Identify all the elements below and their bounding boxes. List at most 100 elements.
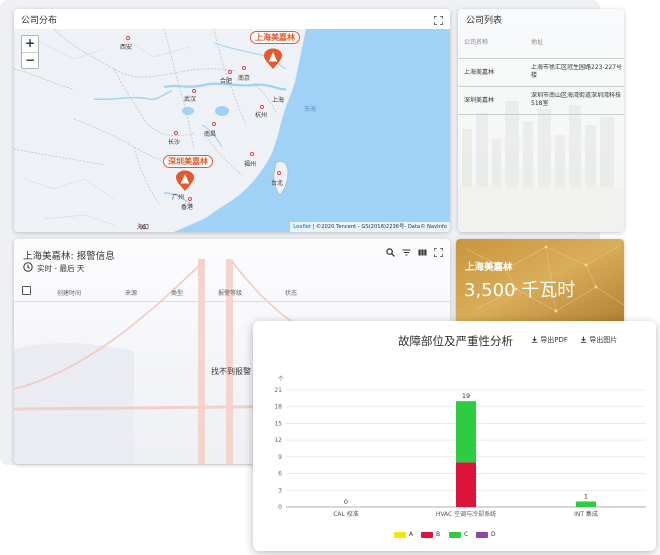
city-label-nanjing: 南京 xyxy=(238,75,251,82)
column-header-severity[interactable]: 报警等级 xyxy=(218,288,242,297)
map[interactable]: + − 西安 合肥 南京 武汉 上海 杭州 东海 长沙 南昌 福州 台北 广州 … xyxy=(14,29,450,232)
city-label-wuhan: 武汉 xyxy=(184,96,197,103)
empty-state-text: 找不到报警 xyxy=(211,367,251,376)
city-marker xyxy=(126,36,130,40)
legend-label: D xyxy=(491,531,496,538)
legend-label: B xyxy=(436,531,441,538)
leaflet-link[interactable]: Leaflet xyxy=(293,224,311,230)
y-tick-label: 0 xyxy=(278,504,282,511)
y-tick-label: 9 xyxy=(278,454,282,461)
city-marker xyxy=(212,122,216,126)
bar-segment xyxy=(456,401,476,463)
legend-item-c[interactable]: C xyxy=(449,531,468,538)
y-tick-label: 12 xyxy=(274,437,282,444)
city-label-xian: 西安 xyxy=(120,44,133,51)
energy-value: 3,500 千瓦时 xyxy=(464,280,576,301)
city-marker xyxy=(250,152,254,156)
legend-swatch xyxy=(449,531,461,538)
bar-segment xyxy=(576,501,596,507)
x-category-label: INT 集成 xyxy=(574,510,598,518)
y-tick-label: 21 xyxy=(274,387,282,394)
map-pin-icon[interactable] xyxy=(175,170,195,192)
y-tick-label: 3 xyxy=(278,487,282,494)
columns-icon[interactable] xyxy=(416,246,428,258)
y-tick-label: 18 xyxy=(274,404,282,411)
city-marker xyxy=(277,171,281,175)
city-label-hangzhou: 杭州 xyxy=(255,112,268,119)
legend-swatch xyxy=(421,531,433,538)
column-header-address: 地址 xyxy=(531,39,544,46)
city-label-haikou: 海口 xyxy=(137,224,150,231)
city-label-nanchang: 南昌 xyxy=(204,131,217,138)
city-label-fuzhou: 福州 xyxy=(244,161,257,168)
city-marker xyxy=(242,66,246,70)
company-distribution-card: 公司分布 + − 西安 合肥 南京 武汉 上海 杭州 东海 长沙 南昌 福州 台… xyxy=(14,9,450,232)
city-label-taibei: 台北 xyxy=(271,180,284,187)
column-header-type[interactable]: 类型 xyxy=(171,288,183,297)
legend-item-d[interactable]: D xyxy=(476,531,496,538)
column-header-status[interactable]: 状态 xyxy=(285,288,297,297)
city-label-shanghai: 上海 xyxy=(272,97,285,104)
city-marker xyxy=(174,131,178,135)
attribution-text: | ©2020 Tencent - GS(2018)2236号- Data© N… xyxy=(312,224,447,230)
list-card-title: 公司列表 xyxy=(466,16,503,26)
city-marker xyxy=(188,197,192,201)
energy-company-name: 上海美嘉林 xyxy=(465,262,513,273)
clock-icon xyxy=(23,262,33,272)
city-marker xyxy=(260,105,264,109)
search-icon[interactable] xyxy=(384,246,396,258)
company-address-cell: 上海市徐汇区冠生园路223-227号楼 xyxy=(531,64,623,79)
fault-analysis-card: 故障部位及严重性分析 导出PDF 导出图片 个 0 3 6 9 12 15 18 21 0 CAL … xyxy=(253,321,656,551)
y-tick-label: 6 xyxy=(278,471,282,478)
list-header-row: 公司名称 地址 xyxy=(458,31,624,59)
city-marker xyxy=(228,70,232,74)
legend-swatch xyxy=(394,531,406,538)
x-category-label: HVAC 空调与冷却系统 xyxy=(436,510,496,518)
x-category-label: CAL 校准 xyxy=(333,510,359,518)
legend-item-b[interactable]: B xyxy=(421,531,440,538)
table-row[interactable]: 上海美嘉林 上海市徐汇区冠生园路223-227号楼 xyxy=(458,59,624,87)
city-label-guangzhou: 广州 xyxy=(172,194,185,201)
filter-icon[interactable] xyxy=(400,246,412,258)
map-attribution: Leaflet | ©2020 Tencent - GS(2018)2236号-… xyxy=(290,222,450,232)
column-header-name: 公司名称 xyxy=(464,39,489,46)
map-pin-icon[interactable] xyxy=(263,48,283,70)
fullscreen-icon[interactable] xyxy=(432,14,444,26)
legend-label: A xyxy=(409,531,414,538)
city-label-xianggang: 香港 xyxy=(181,204,194,211)
table-row[interactable]: 深圳美嘉林 深圳市南山区海湾街道深圳湾科技518室 xyxy=(458,87,624,115)
alarm-card-title: 上海美嘉林: 报警信息 xyxy=(23,251,115,262)
bar-segment xyxy=(456,462,476,507)
legend-label: C xyxy=(464,531,469,538)
sea-label-donghai: 东海 xyxy=(304,106,317,113)
marker-label-shenzhen[interactable]: 深圳美嘉林 xyxy=(163,155,213,168)
time-window-label[interactable]: 实时 - 最后 天 xyxy=(37,263,84,274)
company-address-cell: 深圳市南山区海湾街道深圳湾科技518室 xyxy=(531,92,622,107)
company-list-card: 公司列表 公司名称 地址 上海美嘉林 上海市徐汇区冠生园路223-227号楼 深… xyxy=(458,9,624,232)
bar-total-label: 19 xyxy=(462,392,470,400)
zoom-control: + − xyxy=(21,35,39,69)
energy-card: 上海美嘉林 3,500 千瓦时 xyxy=(456,239,624,324)
bar-total-label: 1 xyxy=(584,492,588,500)
city-marker xyxy=(192,89,196,93)
company-name-cell: 深圳美嘉林 xyxy=(464,97,495,104)
zoom-in-button[interactable]: + xyxy=(22,36,38,52)
column-header-created-time[interactable]: 创建时间 xyxy=(57,288,81,297)
marker-label-shanghai[interactable]: 上海美嘉林 xyxy=(250,31,300,44)
map-tiles xyxy=(14,29,450,232)
legend-item-a[interactable]: A xyxy=(394,531,413,538)
bar-total-label: 0 xyxy=(344,498,348,506)
map-card-title: 公司分布 xyxy=(21,16,58,26)
fullscreen-icon[interactable] xyxy=(432,246,444,258)
column-header-source[interactable]: 来源 xyxy=(125,288,137,297)
y-axis-unit-label: 个 xyxy=(278,376,284,383)
select-all-checkbox[interactable] xyxy=(22,286,31,295)
zoom-out-button[interactable]: − xyxy=(22,52,38,68)
table-header-divider xyxy=(14,301,450,302)
legend-swatch xyxy=(476,531,488,538)
y-tick-label: 15 xyxy=(274,420,282,427)
stacked-bar-chart: 个 0 3 6 9 12 15 18 21 0 CAL 校准 19 HVAC 空调与冷却系统 1 INT 集… xyxy=(274,376,646,518)
city-label-hefei: 合肥 xyxy=(220,78,233,85)
company-name-cell: 上海美嘉林 xyxy=(464,69,495,76)
city-label-changsha: 长沙 xyxy=(168,139,181,146)
